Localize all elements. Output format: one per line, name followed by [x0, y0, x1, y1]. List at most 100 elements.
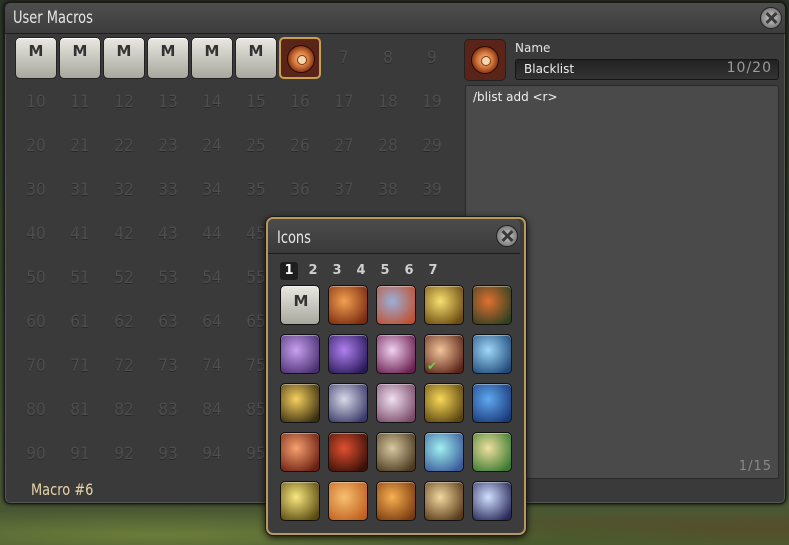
macro-slot[interactable]: 19	[411, 81, 453, 123]
icon-page-tab-5[interactable]: 5	[376, 262, 394, 280]
macro-slot[interactable]: 22	[103, 125, 145, 167]
macro-slot[interactable]: 80	[15, 389, 57, 431]
window-titlebar[interactable]: User Macros	[5, 3, 785, 34]
macro-slot[interactable]: 43	[147, 213, 189, 255]
blue-knight-icon[interactable]	[472, 334, 512, 374]
macro-slot[interactable]	[279, 37, 321, 79]
macro-slot[interactable]: 60	[15, 301, 57, 343]
macro-slot[interactable]: M	[59, 37, 101, 79]
shadow-figure-icon[interactable]	[328, 334, 368, 374]
macro-m-icon[interactable]: M	[280, 285, 320, 325]
macro-slot[interactable]: 50	[15, 257, 57, 299]
macro-slot[interactable]: 81	[59, 389, 101, 431]
macro-preview-icon[interactable]	[464, 39, 506, 81]
macro-slot[interactable]: 90	[15, 433, 57, 475]
charge-rush-icon[interactable]	[328, 432, 368, 472]
macro-slot[interactable]: 18	[367, 81, 409, 123]
macro-slot[interactable]: M	[191, 37, 233, 79]
golden-rise-icon[interactable]	[424, 285, 464, 325]
macro-slot[interactable]: 35	[235, 169, 277, 211]
blade-burst-icon[interactable]	[376, 334, 416, 374]
macro-slot[interactable]: 29	[411, 125, 453, 167]
icon-page-tab-3[interactable]: 3	[328, 262, 346, 280]
macro-slot[interactable]: 64	[191, 301, 233, 343]
macro-slot[interactable]: 16	[279, 81, 321, 123]
macro-slot[interactable]: 32	[103, 169, 145, 211]
macro-slot[interactable]: 14	[191, 81, 233, 123]
macro-slot[interactable]: 82	[103, 389, 145, 431]
macro-slot[interactable]: 71	[59, 345, 101, 387]
macro-slot[interactable]: M	[15, 37, 57, 79]
raised-sword-icon[interactable]	[280, 383, 320, 423]
gold-claw-icon[interactable]	[424, 481, 464, 521]
holy-cross-icon[interactable]	[280, 432, 320, 472]
macro-slot[interactable]: 84	[191, 389, 233, 431]
armored-knight-icon[interactable]	[328, 383, 368, 423]
macro-slot[interactable]: 20	[15, 125, 57, 167]
macro-slot[interactable]: 62	[103, 301, 145, 343]
macro-slot[interactable]: 42	[103, 213, 145, 255]
golden-guard-icon[interactable]	[280, 481, 320, 521]
macro-slot[interactable]: 83	[147, 389, 189, 431]
macro-slot[interactable]: M	[235, 37, 277, 79]
macro-slot[interactable]: 34	[191, 169, 233, 211]
macro-slot[interactable]: 92	[103, 433, 145, 475]
macro-slot[interactable]: 27	[323, 125, 365, 167]
macro-slot[interactable]: 37	[323, 169, 365, 211]
macro-slot[interactable]: 70	[15, 345, 57, 387]
green-crest-icon[interactable]	[472, 432, 512, 472]
macro-slot[interactable]: M	[103, 37, 145, 79]
macro-slot[interactable]: 73	[147, 345, 189, 387]
macro-slot[interactable]: 25	[235, 125, 277, 167]
comet-icon[interactable]	[472, 481, 512, 521]
crossed-blades-icon[interactable]	[376, 383, 416, 423]
round-shield-icon[interactable]: ✔	[424, 334, 464, 374]
fire-warrior-icon[interactable]	[472, 285, 512, 325]
macro-slot[interactable]: 93	[147, 433, 189, 475]
macro-slot[interactable]: 9	[411, 37, 453, 79]
macro-slot[interactable]: 33	[147, 169, 189, 211]
icon-page-tab-2[interactable]: 2	[304, 262, 322, 280]
lightning-strike-icon[interactable]	[280, 334, 320, 374]
macro-slot[interactable]: 17	[323, 81, 365, 123]
macro-slot[interactable]: 36	[279, 169, 321, 211]
macro-slot[interactable]: 94	[191, 433, 233, 475]
macro-name-input[interactable]: Blacklist 10/20	[515, 59, 779, 80]
icon-page-tab-4[interactable]: 4	[352, 262, 370, 280]
wall-block-icon[interactable]	[376, 285, 416, 325]
orange-slash-icon[interactable]	[328, 481, 368, 521]
macro-slot[interactable]: 41	[59, 213, 101, 255]
macro-slot[interactable]: 72	[103, 345, 145, 387]
macro-slot[interactable]: 31	[59, 169, 101, 211]
macro-slot[interactable]: 8	[367, 37, 409, 79]
silver-emblem-icon[interactable]	[376, 432, 416, 472]
macro-slot[interactable]: 11	[59, 81, 101, 123]
blue-shield-icon[interactable]	[472, 383, 512, 423]
macro-slot[interactable]: 74	[191, 345, 233, 387]
macro-slot[interactable]: 7	[323, 37, 365, 79]
macro-slot[interactable]: 38	[367, 169, 409, 211]
icon-page-tab-6[interactable]: 6	[400, 262, 418, 280]
macro-slot[interactable]: M	[147, 37, 189, 79]
macro-slot[interactable]: 40	[15, 213, 57, 255]
icon-page-tab-7[interactable]: 7	[424, 262, 442, 280]
macro-slot[interactable]: 23	[147, 125, 189, 167]
cyan-burst-icon[interactable]	[424, 432, 464, 472]
macro-slot[interactable]: 10	[15, 81, 57, 123]
close-icons-button[interactable]	[496, 225, 518, 247]
macro-slot[interactable]: 26	[279, 125, 321, 167]
icon-page-tab-1[interactable]: 1	[280, 262, 298, 280]
macro-slot[interactable]: 21	[59, 125, 101, 167]
macro-slot[interactable]: 91	[59, 433, 101, 475]
sword-slash-icon[interactable]	[328, 285, 368, 325]
golden-spear-icon[interactable]	[424, 383, 464, 423]
macro-slot[interactable]: 52	[103, 257, 145, 299]
macro-slot[interactable]: 30	[15, 169, 57, 211]
macro-slot[interactable]: 39	[411, 169, 453, 211]
macro-slot[interactable]: 54	[191, 257, 233, 299]
close-window-button[interactable]	[760, 7, 782, 29]
macro-slot[interactable]: 53	[147, 257, 189, 299]
macro-slot[interactable]: 51	[59, 257, 101, 299]
macro-slot[interactable]: 13	[147, 81, 189, 123]
macro-slot[interactable]: 15	[235, 81, 277, 123]
